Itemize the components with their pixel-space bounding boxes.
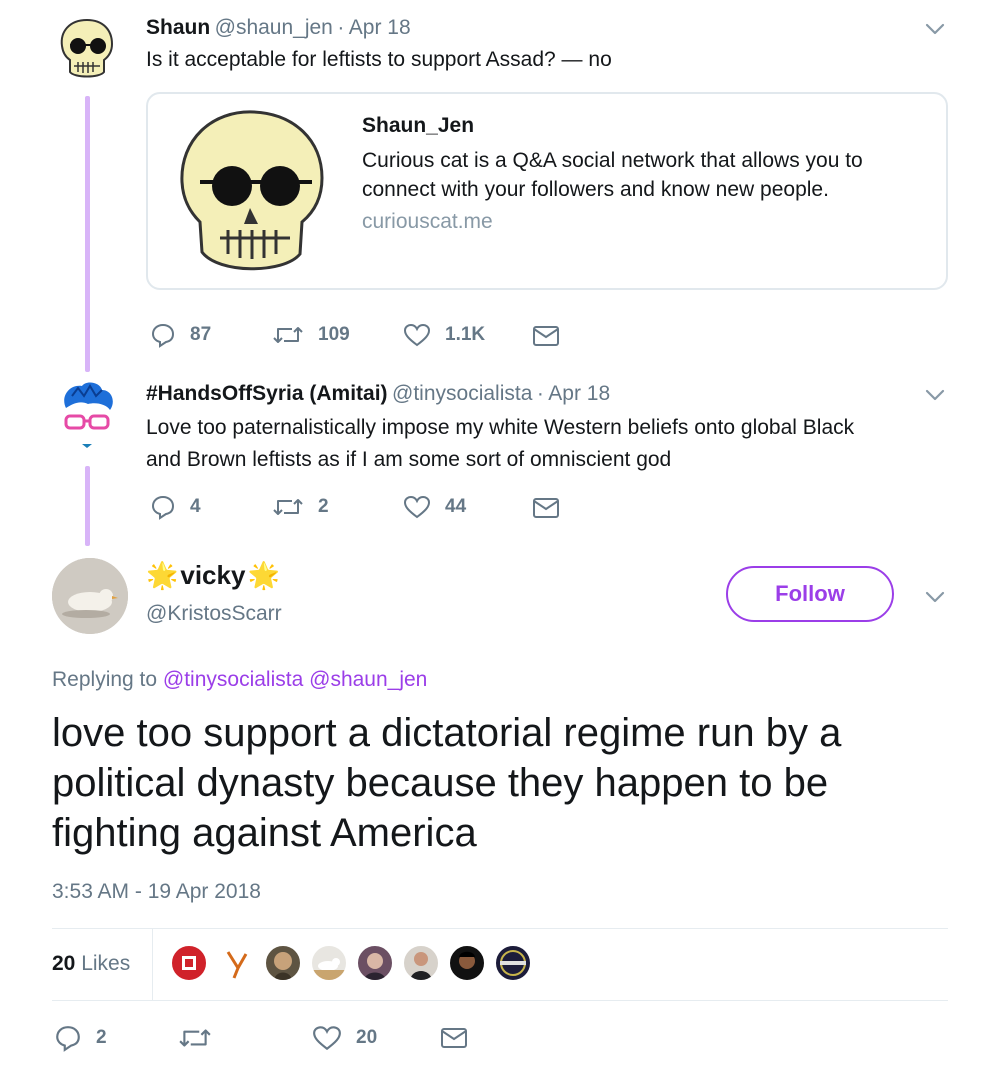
retweet-icon — [273, 327, 303, 343]
reply-action[interactable]: 4 — [150, 494, 201, 520]
retweet-icon — [273, 499, 303, 515]
likes-word: Likes — [81, 952, 131, 975]
retweet-action[interactable] — [178, 1024, 212, 1052]
star-emoji-icon: 🌟 — [247, 560, 280, 590]
separator-dot: · — [536, 382, 544, 405]
avatar-shaun[interactable] — [52, 14, 122, 84]
replying-to: Replying to @tinysocialista @shaun_jen — [52, 668, 427, 692]
like-action[interactable]: 1.1K — [403, 322, 485, 348]
tweet-timestamp[interactable]: 3:53 AM - 19 Apr 2018 — [52, 880, 261, 904]
display-name: vicky — [180, 560, 246, 590]
reply-icon — [56, 1026, 80, 1052]
link-card[interactable]: Shaun_Jen Curious cat is a Q&A social ne… — [146, 92, 948, 290]
card-image — [162, 104, 338, 280]
liker-avatar[interactable] — [218, 944, 256, 982]
like-count: 20 — [356, 1027, 378, 1048]
retweet-icon — [179, 1029, 211, 1047]
liker-avatar[interactable] — [356, 944, 394, 982]
tweet-text: Is it acceptable for leftists to support… — [146, 48, 612, 71]
reply-count: 87 — [190, 324, 212, 345]
like-icon — [313, 1026, 341, 1051]
liker-avatar[interactable] — [310, 944, 348, 982]
retweet-action[interactable]: 2 — [272, 494, 329, 520]
thread-line — [85, 466, 90, 546]
retweet-action[interactable]: 109 — [272, 322, 350, 348]
chevron-down-icon[interactable] — [922, 16, 948, 42]
card-link[interactable]: curiouscat.me — [362, 210, 493, 234]
chevron-down-icon[interactable] — [922, 382, 948, 408]
separator-dot: · — [337, 16, 345, 39]
likes-count: 20 — [52, 952, 76, 975]
likes-summary[interactable]: 20 Likes — [52, 952, 130, 976]
bird-avatar-image — [52, 558, 128, 634]
main-display-name[interactable]: 🌟 vicky 🌟 — [146, 560, 280, 590]
display-name[interactable]: #HandsOffSyria (Amitai) — [146, 382, 388, 405]
like-count: 44 — [445, 496, 467, 517]
mention-link[interactable]: @tinysocialista — [163, 668, 303, 691]
reply-count: 2 — [96, 1027, 107, 1048]
chevron-down-icon[interactable] — [922, 584, 948, 610]
liker-avatar[interactable] — [402, 944, 440, 982]
like-action[interactable]: 20 — [312, 1024, 377, 1052]
skull-card-image — [180, 110, 324, 271]
follow-button[interactable]: Follow — [726, 566, 894, 622]
main-tweet-text-line1: love too support a dictatorial regime ru… — [52, 711, 842, 755]
liker-avatar[interactable] — [448, 944, 486, 982]
reply-icon — [151, 323, 175, 348]
main-tweet-text-line3: fighting against America — [52, 811, 477, 855]
tweet-date[interactable]: Apr 18 — [548, 382, 610, 405]
cartoon-avatar-image — [64, 382, 113, 448]
reply-icon — [151, 495, 175, 520]
tweet-header: Shaun @shaun_jen · Apr 18 — [146, 16, 411, 40]
divider-vertical — [152, 928, 153, 1000]
liker-avatar[interactable] — [170, 944, 208, 982]
handle[interactable]: @shaun_jen — [215, 16, 333, 39]
card-description-line2: connect with your followers and know new… — [362, 178, 829, 201]
dm-icon[interactable] — [440, 1026, 468, 1050]
retweet-count: 109 — [318, 324, 350, 345]
liker-avatar[interactable] — [264, 944, 302, 982]
main-handle[interactable]: @KristosScarr — [146, 602, 282, 626]
card-description-line1: Curious cat is a Q&A social network that… — [362, 149, 863, 172]
like-action[interactable]: 44 — [403, 494, 466, 520]
main-tweet-text-line2: political dynasty because they happen to… — [52, 761, 829, 805]
like-icon — [403, 495, 431, 519]
display-name[interactable]: Shaun — [146, 16, 210, 39]
liker-avatar[interactable] — [494, 944, 532, 982]
reply-action[interactable]: 2 — [54, 1024, 107, 1052]
divider — [52, 1000, 948, 1001]
avatar-amitai[interactable] — [52, 378, 122, 454]
like-icon — [403, 323, 431, 347]
retweet-count: 2 — [318, 496, 329, 517]
avatar-vicky[interactable] — [52, 558, 128, 634]
thread-line — [85, 96, 90, 372]
dm-icon[interactable] — [532, 324, 560, 348]
handle[interactable]: @tinysocialista — [392, 382, 532, 405]
star-emoji-icon: 🌟 — [146, 560, 179, 590]
tweet-header: #HandsOffSyria (Amitai) @tinysocialista … — [146, 382, 610, 406]
reply-count: 4 — [190, 496, 201, 517]
tweet-text-line2: and Brown leftists as if I am some sort … — [146, 448, 672, 471]
divider — [52, 928, 948, 929]
dm-icon[interactable] — [532, 496, 560, 520]
mention-link[interactable]: @shaun_jen — [309, 668, 427, 691]
replying-prefix: Replying to — [52, 668, 158, 691]
like-count: 1.1K — [445, 324, 486, 345]
tweet-text-line1: Love too paternalistically impose my whi… — [146, 416, 855, 439]
tweet-date[interactable]: Apr 18 — [349, 16, 411, 39]
reply-action[interactable]: 87 — [150, 322, 211, 348]
card-title: Shaun_Jen — [362, 114, 475, 137]
skull-avatar-image — [60, 18, 114, 78]
